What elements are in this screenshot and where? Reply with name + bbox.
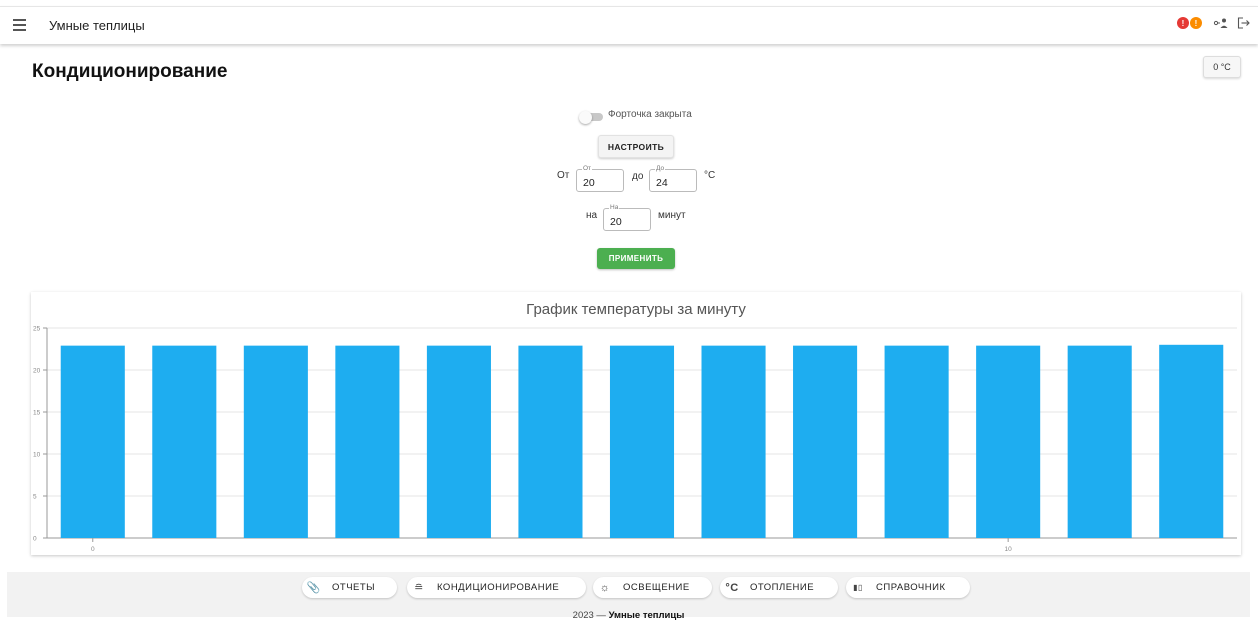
copyright-brand: Умные теплицы [608,610,685,621]
from-field-value: 20 [583,177,595,189]
app-bar: Умные теплицы ! ! [0,6,1258,44]
sun-icon: ☼ [599,581,611,594]
window-switch[interactable] [579,111,603,124]
celsius-icon: °C [725,581,739,594]
appbar-actions: ! ! [1177,17,1250,29]
nav-reference[interactable]: ▮▯ СПРАВОЧНИК [846,577,970,598]
nav-heating-label: ОТОПЛЕНИЕ [750,582,815,593]
chart-bar [701,345,766,538]
y-tick-label: 15 [33,410,41,417]
copyright: 2023 — Умные теплицы [7,610,1250,621]
chart-bar [152,345,217,538]
nav-reports-label: ОТЧЕТЫ [332,582,376,593]
x-tick-label: 0 [91,546,95,553]
from-field[interactable]: От 20 [576,165,624,192]
user-key-icon[interactable] [1213,17,1229,29]
chart-bar [976,345,1041,538]
chart-svg: График температуры за минуту 0 5 10 15 20 25 0 1… [33,301,1237,553]
nav-lighting[interactable]: ☼ ОСВЕЩЕНИЕ [593,577,712,598]
alert-icon[interactable]: ! [1177,17,1189,29]
switch-knob [579,111,592,124]
logout-icon[interactable] [1237,17,1250,29]
menu-icon[interactable] [13,19,26,33]
minutes-label: минут [658,210,686,221]
for-label: на [586,210,598,221]
notification-badges[interactable]: ! ! [1177,17,1202,29]
duration-field-value: 20 [610,216,622,228]
chart-bar [793,345,858,538]
wind-icon: ≘ [414,582,424,594]
nav-reports[interactable]: 📎 ОТЧЕТЫ [302,577,397,598]
temperature-chart: График температуры за минуту 0 5 10 15 20 25 0 1… [31,292,1241,555]
duration-field-legend: На [609,204,620,212]
y-tick-label: 0 [33,536,37,543]
nav-conditioning[interactable]: ≘ КОНДИЦИОНИРОВАНИЕ [407,577,586,598]
from-label: От [557,170,570,181]
warning-icon[interactable]: ! [1190,17,1202,29]
to-field[interactable]: До 24 [649,165,697,192]
to-field-legend: До [655,165,666,173]
footer: 📎 ОТЧЕТЫ ≘ КОНДИЦИОНИРОВАНИЕ ☼ ОСВЕЩЕНИЕ… [7,572,1250,621]
setup-button[interactable]: НАСТРОИТЬ [598,135,674,158]
window-switch-label: Форточка закрыта [608,109,692,120]
unit-label: °C [704,170,716,181]
chart-bar [60,345,125,538]
chart-bar [335,345,400,538]
chart-title: График температуры за минуту [526,301,746,318]
chart-bar [609,345,675,538]
nav-lighting-label: ОСВЕЩЕНИЕ [623,582,690,593]
to-label: до [632,171,644,182]
x-tick-label: 10 [1005,546,1013,553]
chart-bar [884,345,949,538]
chart-bar [518,345,583,538]
y-tick-label: 20 [33,368,41,375]
temperature-button[interactable]: 0 °C [1203,56,1241,78]
nav-conditioning-label: КОНДИЦИОНИРОВАНИЕ [437,582,560,593]
y-tick-label: 25 [33,326,41,333]
book-icon: ▮▯ [853,583,863,592]
chart-bar [1067,345,1132,538]
from-field-legend: От [582,165,593,173]
apply-button[interactable]: ПРИМЕНИТЬ [597,248,675,269]
nav-heating[interactable]: °C ОТОПЛЕНИЕ [720,577,838,598]
nav-reference-label: СПРАВОЧНИК [876,582,946,593]
copyright-year: 2023 — [572,610,606,621]
y-tick-label: 10 [33,452,41,459]
chart-bar [1159,344,1224,538]
page-title: Кондиционирование [32,61,228,82]
to-field-value: 24 [656,177,668,189]
y-tick-label: 5 [33,494,37,501]
chart-bar [243,345,308,538]
paperclip-icon: 📎 [306,582,322,594]
chart-bar [426,345,491,538]
duration-field[interactable]: На 20 [603,204,651,231]
app-title: Умные теплицы [49,18,145,33]
